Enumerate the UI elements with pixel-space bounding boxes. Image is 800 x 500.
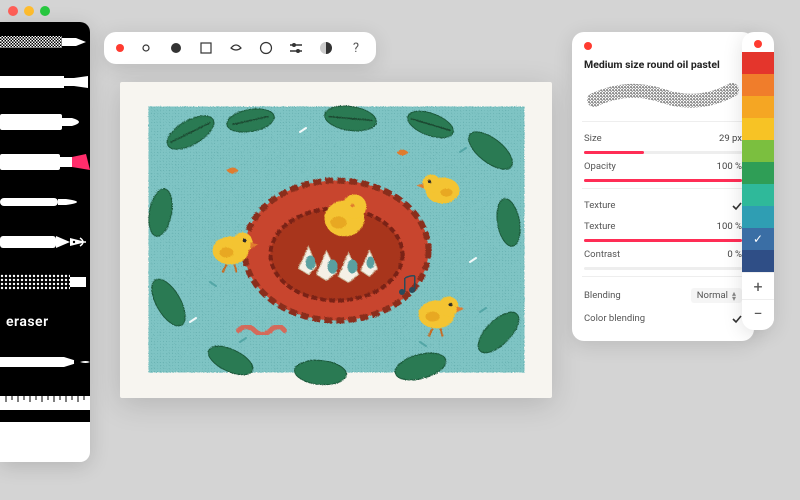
texture-amount-label: Texture [584, 221, 615, 232]
color-swatch[interactable] [742, 52, 774, 74]
opacity-slider[interactable] [584, 179, 742, 182]
contrast-label: Contrast [584, 249, 620, 260]
add-color-button[interactable]: + [742, 273, 774, 299]
brush-properties-panel: Medium size round oil pastel Size 29 px … [572, 32, 754, 341]
color-swatch[interactable] [742, 162, 774, 184]
window-traffic-lights [0, 0, 800, 22]
blending-select[interactable]: Normal ▴▾ [691, 288, 742, 303]
texture-amount-row: Texture 100 % [584, 216, 742, 237]
opacity-row: Opacity 100 % [584, 156, 742, 177]
color-swatch[interactable] [742, 140, 774, 162]
size-slider[interactable] [584, 151, 742, 154]
color-swatch[interactable] [742, 250, 774, 272]
tool-brush-thin[interactable] [0, 182, 90, 222]
contrast-value: 0 % [727, 249, 742, 260]
brush-stroke-preview [584, 79, 742, 111]
size-value: 29 px [719, 133, 742, 144]
color-swatch[interactable] [742, 74, 774, 96]
option-shape-drop[interactable] [228, 40, 244, 56]
color-swatch[interactable] [742, 96, 774, 118]
blending-row[interactable]: Blending Normal ▴▾ [584, 283, 742, 308]
tool-texture-brush[interactable] [0, 262, 90, 302]
minimize-window-button[interactable] [24, 6, 34, 16]
contrast-slider[interactable] [584, 267, 742, 270]
blending-label: Blending [584, 290, 621, 301]
tool-eraser[interactable]: eraser [0, 302, 90, 342]
tool-pencil[interactable] [0, 342, 90, 382]
option-shape-square[interactable] [198, 40, 214, 56]
size-label: Size [584, 133, 602, 144]
texture-label: Texture [584, 200, 615, 211]
color-swatch[interactable] [742, 184, 774, 206]
remove-color-button[interactable]: − [742, 300, 774, 326]
color-swatch[interactable] [742, 206, 774, 228]
tool-ruler[interactable] [0, 382, 90, 422]
texture-slider[interactable] [584, 239, 742, 242]
brush-options-panel: ? [104, 32, 376, 64]
close-window-button[interactable] [8, 6, 18, 16]
color-palette-panel: + − [742, 32, 774, 330]
option-help[interactable]: ? [348, 40, 364, 56]
texture-amount-value: 100 % [717, 221, 742, 232]
option-stroke-large[interactable] [168, 40, 184, 56]
color-swatch[interactable] [742, 228, 774, 250]
tool-highlighter[interactable] [0, 142, 90, 182]
panel-close-dot[interactable] [584, 42, 592, 50]
option-shape-half[interactable] [318, 40, 334, 56]
eraser-label: eraser [6, 314, 49, 330]
maximize-window-button[interactable] [40, 6, 50, 16]
check-icon [732, 201, 742, 211]
contrast-row: Contrast 0 % [584, 244, 742, 265]
opacity-label: Opacity [584, 161, 616, 172]
tool-sidebar: eraser [0, 22, 90, 462]
tool-pen-round[interactable] [0, 102, 90, 142]
panel-close-dot[interactable] [754, 40, 762, 48]
option-stroke-small[interactable] [138, 40, 154, 56]
texture-toggle-row[interactable]: Texture [584, 195, 742, 216]
color-blending-row[interactable]: Color blending [584, 308, 742, 329]
option-sliders-icon[interactable] [288, 40, 304, 56]
tool-fountain-pen[interactable] [0, 222, 90, 262]
opacity-value: 100 % [717, 161, 742, 172]
canvas[interactable] [120, 82, 552, 398]
size-row: Size 29 px [584, 128, 742, 149]
brush-title: Medium size round oil pastel [584, 58, 742, 71]
option-shape-circle[interactable] [258, 40, 274, 56]
color-swatch[interactable] [742, 118, 774, 140]
chevron-updown-icon: ▴▾ [732, 291, 736, 301]
color-blending-label: Color blending [584, 313, 645, 324]
tool-marker-wide[interactable] [0, 22, 90, 62]
tool-marker-chisel[interactable] [0, 62, 90, 102]
check-icon [732, 314, 742, 324]
panel-close-dot[interactable] [116, 44, 124, 52]
